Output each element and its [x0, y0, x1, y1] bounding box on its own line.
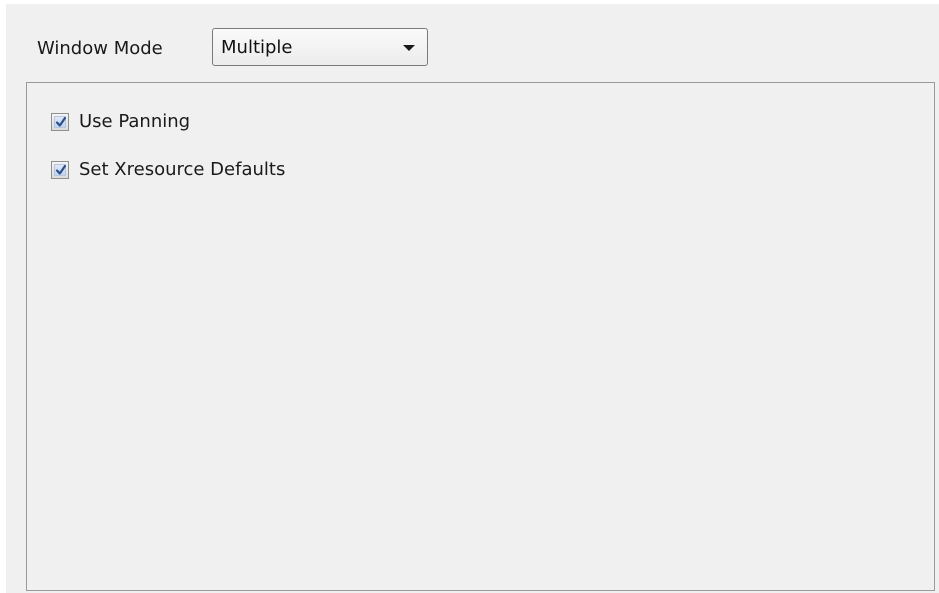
checkmark-icon: [55, 164, 67, 175]
window-mode-label: Window Mode: [37, 38, 163, 59]
use-panning-option[interactable]: Use Panning: [51, 111, 190, 133]
window-mode-row: Window Mode Multiple: [6, 4, 939, 74]
use-panning-label: Use Panning: [79, 111, 191, 132]
window-mode-dropdown[interactable]: Multiple: [212, 28, 428, 66]
settings-canvas: Window Mode Multiple Use Panning Set Xre…: [0, 0, 939, 593]
settings-panel: Window Mode Multiple Use Panning Set Xre…: [6, 4, 939, 593]
use-panning-checkbox[interactable]: [51, 113, 69, 131]
set-xresource-defaults-label: Set Xresource Defaults: [79, 159, 286, 180]
options-groupbox: Use Panning Set Xresource Defaults: [26, 82, 935, 591]
set-xresource-defaults-option[interactable]: Set Xresource Defaults: [51, 159, 285, 181]
checkmark-icon: [55, 116, 67, 127]
window-mode-selected-value: Multiple: [221, 37, 293, 58]
chevron-down-icon: [403, 45, 415, 51]
set-xresource-defaults-checkbox[interactable]: [51, 161, 69, 179]
